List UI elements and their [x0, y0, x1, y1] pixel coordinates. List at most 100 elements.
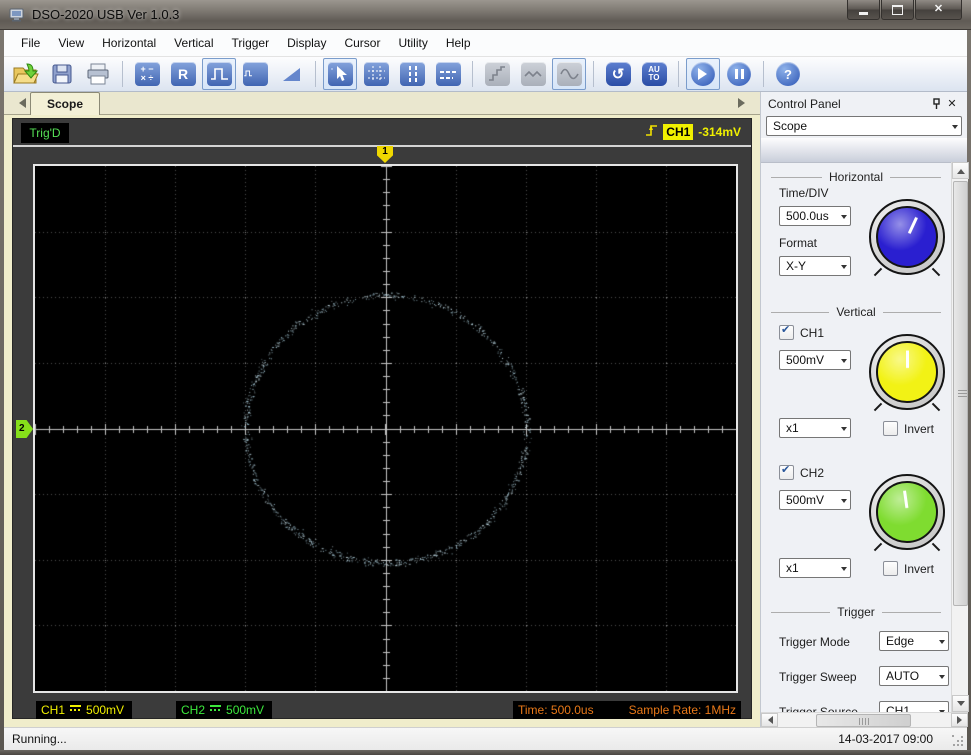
tab-scroll-left-icon[interactable] — [14, 98, 26, 108]
panel-mode-select[interactable]: Scope — [766, 116, 962, 136]
section-header-horizontal: Horizontal — [771, 170, 941, 184]
vertical-cursors-icon[interactable] — [395, 58, 429, 90]
datetime-text: 14-03-2017 09:00 — [838, 732, 933, 746]
ch1-enable-row: CH1 — [779, 324, 825, 340]
ch1-probe-value: x1 — [786, 421, 799, 435]
scroll-right-icon[interactable] — [951, 713, 968, 727]
menu-cursor[interactable]: Cursor — [335, 32, 389, 54]
ch1-probe-select[interactable]: x1 — [779, 418, 851, 438]
ch1-volts-select[interactable]: 500mV — [779, 350, 851, 370]
minimize-button[interactable] — [847, 0, 880, 20]
menu-bar: File View Horizontal Vertical Trigger Display… — [4, 30, 967, 57]
print-icon[interactable] — [81, 58, 115, 90]
dso-app-window: { "window": { "title": "DSO-2020 USB Ver… — [0, 0, 971, 755]
ch1-position-marker[interactable]: 1 — [377, 146, 393, 163]
ch1-position-knob[interactable] — [869, 334, 945, 410]
scroll-down-icon[interactable] — [952, 695, 969, 712]
horizontal-cursors-icon[interactable] — [431, 58, 465, 90]
dual-pulse-icon[interactable] — [238, 58, 272, 90]
tab-scroll-right-icon[interactable] — [738, 98, 750, 108]
cursor-arrow-icon[interactable] — [323, 58, 357, 90]
rising-edge-icon — [645, 122, 658, 142]
open-file-icon[interactable] — [9, 58, 43, 90]
menu-vertical[interactable]: Vertical — [165, 32, 222, 54]
ch1-label: CH1 — [41, 703, 66, 717]
filter-wave-icon — [516, 58, 550, 90]
math-icon[interactable]: + − × ÷ — [130, 58, 164, 90]
ch2-label: CH2 — [181, 703, 206, 717]
pause-icon[interactable] — [722, 58, 756, 90]
ch2-invert-checkbox[interactable] — [883, 561, 898, 576]
panel-vertical-scrollbar[interactable] — [951, 162, 969, 712]
toolbar-separator — [472, 61, 473, 87]
ch2-probe-select[interactable]: x1 — [779, 558, 851, 578]
scope-panel: Trig'D CH1 -314mV 1 2 CH1 500mV CH2 500m… — [12, 118, 752, 719]
ch2-position-knob[interactable] — [869, 474, 945, 550]
trigger-mode-select[interactable]: Edge — [879, 631, 949, 651]
format-select[interactable]: X-Y — [779, 256, 851, 276]
timebase-readout: Time: 500.0us Sample Rate: 1MHz — [513, 701, 741, 719]
ch2-position-marker[interactable]: 2 — [16, 420, 33, 438]
tab-scope[interactable]: Scope — [30, 92, 100, 115]
trigger-source-badge: CH1 — [663, 124, 694, 140]
trigger-sweep-label: Trigger Sweep — [779, 670, 857, 684]
pin-icon[interactable] — [928, 96, 944, 112]
title-bar[interactable]: DSO-2020 USB Ver 1.0.3 ✕ — [0, 0, 971, 30]
grid-icon[interactable] — [359, 58, 393, 90]
ch2-invert-label: Invert — [904, 561, 935, 576]
ch2-volts-select[interactable]: 500mV — [779, 490, 851, 510]
menu-utility[interactable]: Utility — [389, 32, 436, 54]
panel-horizontal-scrollbar[interactable] — [761, 712, 968, 727]
trigger-sweep-value: AUTO — [886, 669, 920, 683]
help-icon[interactable]: ? — [771, 58, 805, 90]
menu-file[interactable]: File — [12, 32, 49, 54]
ch1-volts-value: 500mV — [786, 353, 825, 367]
refresh-icon[interactable]: ↺ — [601, 58, 635, 90]
ch1-checkbox-label: CH1 — [800, 325, 825, 340]
ch2-probe-value: x1 — [786, 561, 799, 575]
time-per-div-value: Time: 500.0us — [518, 703, 594, 717]
step-wave-icon — [480, 58, 514, 90]
horizontal-scroll-thumb[interactable] — [816, 714, 911, 727]
section-header-vertical: Vertical — [771, 305, 941, 319]
ch1-readout: CH1 500mV — [36, 701, 132, 719]
square-wave-icon[interactable] — [202, 58, 236, 90]
panel-divider-gradient — [761, 138, 967, 163]
autoset-icon[interactable]: AU TO — [637, 58, 671, 90]
reference-icon[interactable]: R — [166, 58, 200, 90]
ch2-enable-checkbox[interactable] — [779, 464, 794, 480]
ch1-invert-checkbox[interactable] — [883, 421, 898, 436]
menu-display[interactable]: Display — [278, 32, 335, 54]
ramp-icon[interactable] — [274, 58, 308, 90]
menu-trigger[interactable]: Trigger — [223, 32, 279, 54]
time-div-select[interactable]: 500.0us — [779, 206, 851, 226]
save-icon[interactable] — [45, 58, 79, 90]
horizontal-position-knob[interactable] — [869, 199, 945, 275]
resize-grip[interactable] — [952, 735, 965, 748]
ch1-invert-row: Invert — [883, 421, 934, 436]
scope-display[interactable] — [33, 164, 738, 693]
close-button[interactable]: ✕ — [915, 0, 962, 20]
close-panel-icon[interactable]: ✕ — [944, 96, 960, 112]
ch2-invert-row: Invert — [883, 561, 934, 576]
ch1-enable-checkbox[interactable] — [779, 324, 794, 340]
trigger-readout: CH1 -314mV — [645, 122, 741, 142]
time-div-label: Time/DIV — [779, 186, 829, 200]
scope-waveform-canvas[interactable] — [35, 166, 736, 691]
maximize-button[interactable] — [881, 0, 914, 20]
status-bar: Running... 14-03-2017 09:00 — [4, 727, 967, 750]
trigger-sweep-select[interactable]: AUTO — [879, 666, 949, 686]
play-icon[interactable] — [686, 58, 720, 90]
ch2-volts-per-div: 500mV — [226, 703, 265, 717]
ch1-invert-label: Invert — [904, 421, 935, 436]
sample-rate-value: Sample Rate: 1MHz — [628, 703, 736, 717]
dc-coupling-icon — [210, 705, 222, 715]
scroll-up-icon[interactable] — [952, 162, 969, 179]
scroll-left-icon[interactable] — [761, 713, 778, 727]
vertical-scroll-thumb[interactable] — [953, 181, 968, 606]
menu-view[interactable]: View — [49, 32, 93, 54]
menu-help[interactable]: Help — [437, 32, 480, 54]
menu-horizontal[interactable]: Horizontal — [93, 32, 165, 54]
sine-wave-icon[interactable] — [552, 58, 586, 90]
trigger-source-select[interactable]: CH1 — [879, 701, 949, 712]
